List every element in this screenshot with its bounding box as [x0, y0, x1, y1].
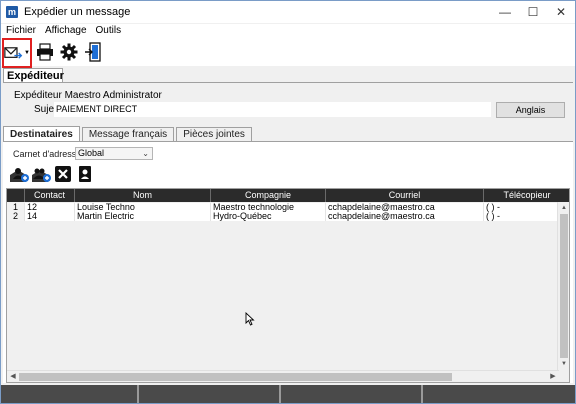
column-header-telecopieur[interactable]: Télécopieur — [484, 189, 569, 202]
column-header-courriel[interactable]: Courriel — [326, 189, 484, 202]
recipients-panel: Carnet d'adresses Global ⌄ Contact Nom C… — [3, 141, 573, 383]
horizontal-scrollbar[interactable]: ◀ ▶ — [7, 370, 559, 382]
status-segment — [423, 385, 573, 403]
vertical-scroll-thumb[interactable] — [560, 214, 568, 358]
mouse-cursor-icon — [245, 312, 255, 326]
tab-pieces-jointes[interactable]: Pièces jointes — [176, 127, 252, 142]
recipient-toolbar — [9, 163, 97, 185]
send-dropdown-icon[interactable]: ▼ — [24, 50, 30, 56]
print-icon — [37, 43, 53, 61]
exit-door-icon — [85, 42, 101, 62]
delete-button[interactable] — [53, 164, 73, 184]
recipient-tabs: Destinataires Message français Pièces jo… — [3, 126, 254, 142]
scroll-right-icon[interactable]: ▶ — [547, 371, 559, 382]
window-controls: — ☐ ✕ — [491, 1, 575, 23]
subject-input[interactable]: PAIEMENT DIRECT — [54, 102, 491, 117]
status-segment — [281, 385, 423, 403]
exit-button[interactable] — [82, 39, 104, 65]
sender-panel: Expéditeur Maestro Administrator Sujet P… — [3, 82, 573, 124]
add-group-icon — [32, 168, 51, 182]
address-book-select[interactable]: Global ⌄ — [75, 147, 153, 160]
horizontal-scroll-thumb[interactable] — [19, 373, 452, 381]
contact-card-icon — [79, 166, 91, 182]
address-book-value: Global — [78, 148, 105, 158]
menu-fichier[interactable]: Fichier — [1, 24, 40, 38]
add-contact-icon — [10, 168, 29, 182]
menu-affichage[interactable]: Affichage — [40, 24, 91, 38]
table-row[interactable]: 1 12 Louise Techno Maestro technologie c… — [7, 203, 569, 212]
cell-courriel[interactable]: cchapdelaine@maestro.ca — [326, 212, 484, 221]
row-index: 2 — [7, 212, 25, 221]
tab-destinataires[interactable]: Destinataires — [3, 126, 80, 142]
cell-contact[interactable]: 12 — [25, 203, 75, 212]
column-header-contact[interactable]: Contact — [25, 189, 75, 202]
print-button[interactable] — [34, 39, 56, 65]
sender-name: Expéditeur Maestro Administrator — [14, 90, 162, 101]
contact-card-button[interactable] — [75, 164, 95, 184]
maximize-button[interactable]: ☐ — [519, 1, 547, 23]
add-group-button[interactable] — [31, 164, 51, 184]
cell-contact[interactable]: 14 — [25, 212, 75, 221]
window-title: Expédier un message — [24, 6, 131, 18]
status-segment — [139, 385, 281, 403]
tab-message-francais[interactable]: Message français — [81, 127, 175, 142]
column-header-index — [7, 189, 25, 202]
status-segment — [1, 385, 139, 403]
scroll-left-icon[interactable]: ◀ — [7, 371, 19, 382]
column-header-compagnie[interactable]: Compagnie — [211, 189, 326, 202]
language-button[interactable]: Anglais — [496, 102, 565, 118]
message-window: m Expédier un message — ☐ ✕ Fichier Affi… — [0, 0, 576, 404]
menu-outils[interactable]: Outils — [91, 24, 126, 38]
settings-button[interactable] — [58, 39, 80, 65]
tab-expediteur[interactable]: Expéditeur — [3, 68, 64, 83]
scroll-up-icon[interactable]: ▲ — [558, 202, 569, 214]
row-index: 1 — [7, 203, 25, 212]
minimize-button[interactable]: — — [491, 1, 519, 23]
cell-nom[interactable]: Louise Techno — [75, 203, 211, 212]
gear-icon — [60, 43, 78, 61]
chevron-down-icon: ⌄ — [142, 149, 149, 158]
cell-nom[interactable]: Martin Électric — [75, 212, 211, 221]
send-button[interactable]: ▼ — [2, 37, 32, 68]
recipients-grid: Contact Nom Compagnie Courriel Télécopie… — [6, 188, 570, 383]
app-icon: m — [6, 6, 18, 18]
cell-compagnie[interactable]: Maestro technologie — [211, 203, 326, 212]
cell-courriel[interactable]: cchapdelaine@maestro.ca — [326, 203, 484, 212]
close-button[interactable]: ✕ — [547, 1, 575, 23]
status-bar — [1, 385, 575, 403]
main-toolbar: ▼ — [1, 37, 575, 68]
table-row[interactable]: 2 14 Martin Électric Hydro-Québec cchapd… — [7, 212, 569, 221]
delete-icon — [55, 166, 71, 182]
cell-compagnie[interactable]: Hydro-Québec — [211, 212, 326, 221]
scroll-down-icon[interactable]: ▼ — [558, 358, 569, 370]
menu-bar: Fichier Affichage Outils — [1, 24, 575, 38]
add-contact-button[interactable] — [9, 164, 29, 184]
vertical-scrollbar[interactable]: ▲ ▼ — [557, 202, 569, 370]
send-mail-icon — [4, 46, 23, 59]
title-bar: m Expédier un message — ☐ ✕ — [1, 1, 575, 23]
column-header-nom[interactable]: Nom — [75, 189, 211, 202]
grid-header: Contact Nom Compagnie Courriel Télécopie… — [7, 189, 569, 202]
